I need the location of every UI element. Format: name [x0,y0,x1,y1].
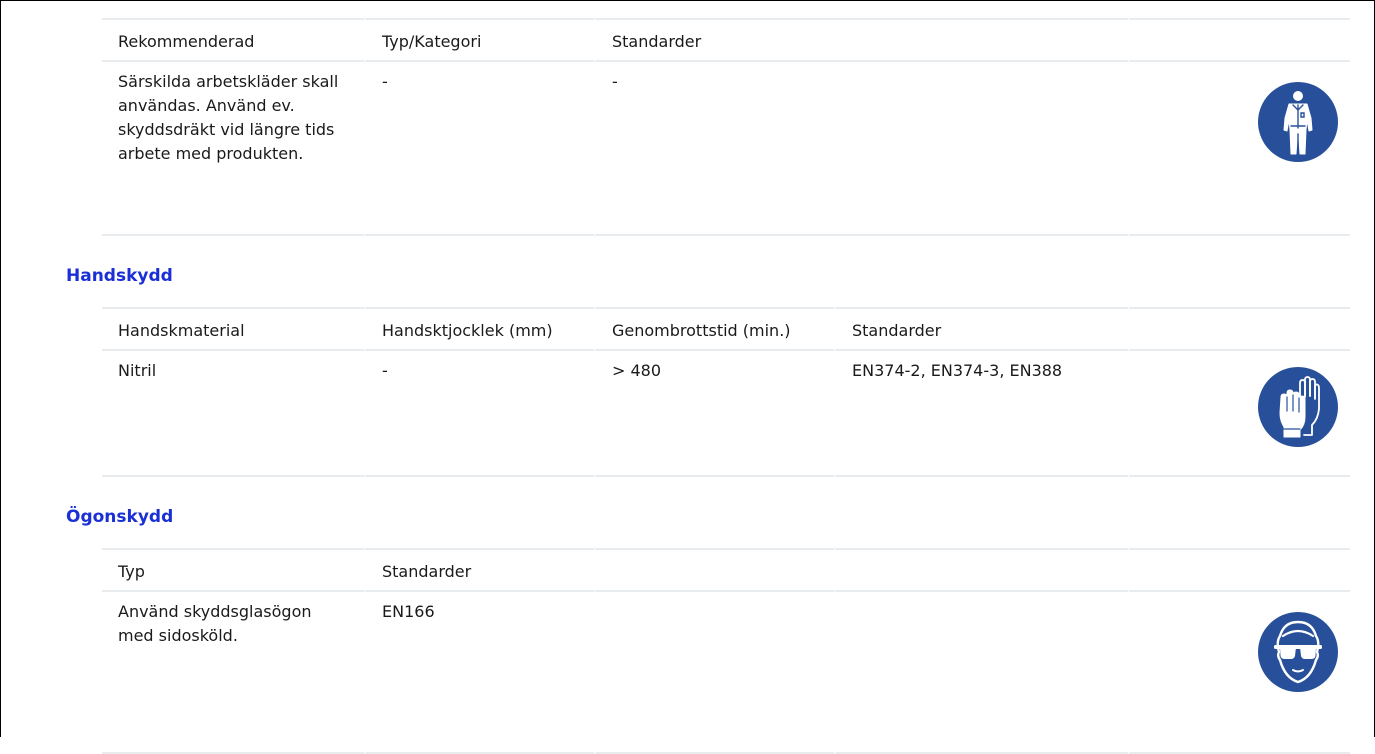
column-header: Typ/Kategori [364,18,594,62]
column-header [1128,18,1350,62]
column-header: Handsktjocklek (mm) [364,307,594,351]
eye-protection-table: Typ Standarder Använd skyddsglasögon med… [102,548,1350,754]
column-header: Typ [102,548,364,592]
table-header-row: Handskmaterial Handsktjocklek (mm) Genom… [102,307,1350,351]
pictogram-cell [1128,592,1350,754]
pictogram-cell [1128,351,1350,477]
table-cell: > 480 [594,351,834,477]
table-cell [834,592,1128,754]
hand-protection-table: Handskmaterial Handsktjocklek (mm) Genom… [102,307,1350,477]
column-header [834,548,1128,592]
gloves-icon [1258,367,1338,447]
column-header [1128,307,1350,351]
table-cell: Nitril [102,351,364,477]
body-protection-table: Rekommenderad Typ/Kategori Standarder Sä… [102,18,1350,236]
table-cell [594,592,834,754]
column-header: Standarder [834,307,1128,351]
column-header [594,548,834,592]
column-header: Rekommenderad [102,18,364,62]
protective-clothing-icon [1258,82,1338,162]
table-cell: - [364,62,594,236]
column-header: Standarder [594,18,1128,62]
table-row: Särskilda arbetskläder skall användas. A… [102,62,1350,236]
table-cell: - [364,351,594,477]
column-header: Genombrottstid (min.) [594,307,834,351]
table-header-row: Typ Standarder [102,548,1350,592]
table-cell: EN374-2, EN374-3, EN388 [834,351,1128,477]
column-header: Handskmaterial [102,307,364,351]
section-title-hand-protection: Handskydd [66,266,173,286]
pictogram-cell [1128,62,1350,236]
table-cell: - [594,62,1128,236]
column-header [1128,548,1350,592]
section-title-eye-protection: Ögonskydd [66,507,174,527]
column-header: Standarder [364,548,594,592]
table-header-row: Rekommenderad Typ/Kategori Standarder [102,18,1350,62]
table-cell: Särskilda arbetskläder skall användas. A… [102,62,364,236]
safety-goggles-icon [1258,612,1338,692]
table-row: Använd skyddsglasögon med sidosköld. EN1… [102,592,1350,754]
table-row: Nitril - > 480 EN374-2, EN374-3, EN388 [102,351,1350,477]
table-cell: EN166 [364,592,594,754]
table-cell: Använd skyddsglasögon med sidosköld. [102,592,364,754]
